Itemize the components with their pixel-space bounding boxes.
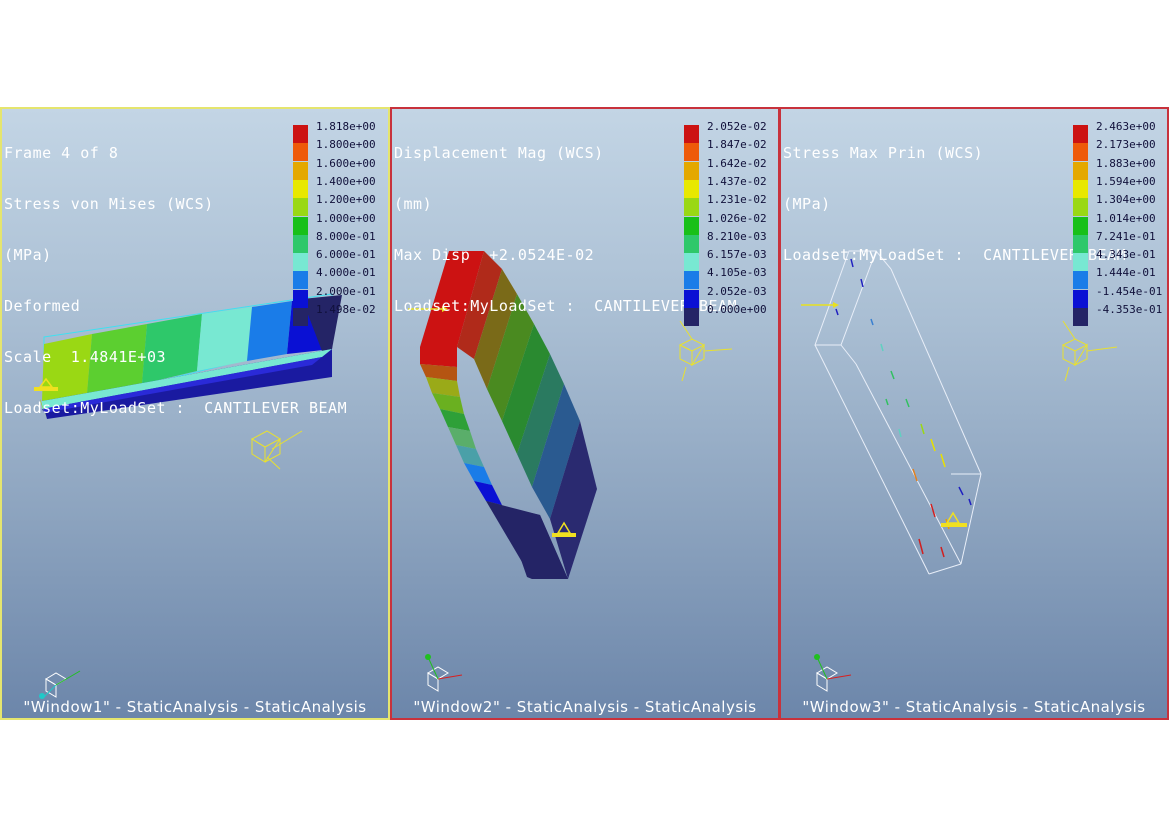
legend-label: 4.343e-01 [1096,248,1156,262]
legend-swatch [684,289,699,308]
legend-label: 1.444e-01 [1096,266,1156,280]
legend-label: 1.304e+00 [1096,193,1156,207]
legend-label: 1.800e+00 [316,138,376,152]
legend-label: 1.026e-02 [707,211,767,225]
legend-label: 1.818e+00 [316,120,376,133]
legend-swatch [293,161,308,180]
legend-swatch [684,308,699,326]
legend-label: 1.642e-02 [707,156,767,170]
legend-swatch [684,143,699,162]
legend-swatch [1073,179,1088,198]
legend-swatch [1073,253,1088,272]
legend-label: 1.594e+00 [1096,174,1156,188]
window-caption: "Window3" - StaticAnalysis - StaticAnaly… [802,698,1146,716]
legend-swatch [1073,143,1088,162]
legend-swatch [1073,161,1088,180]
legend-swatch [293,289,308,308]
legend-label: -4.353e-01 [1096,303,1163,316]
legend-label: 4.105e-03 [707,266,767,280]
window-caption: "Window1" - StaticAnalysis - StaticAnaly… [23,698,367,716]
legend-label: 2.052e-02 [707,120,767,133]
legend-swatch [684,253,699,272]
legend-label: 1.600e+00 [316,156,376,170]
legend-swatch [684,179,699,198]
info-line: Scale 1.4841E+03 [4,348,167,366]
legend-label: 7.241e-01 [1096,229,1156,243]
legend-label: 1.437e-02 [707,174,767,188]
legend-label: 6.157e-03 [707,248,767,262]
legend-label: 0.000e+00 [707,303,767,316]
legend-swatch [1073,308,1088,326]
legend-label: 6.000e-01 [316,248,376,262]
legend-label: 1.498e-02 [316,303,376,316]
legend-swatch [684,216,699,235]
legend-swatch [293,216,308,235]
legend-swatch [684,234,699,253]
legend-label: 1.400e+00 [316,174,376,188]
legend-swatch [1073,289,1088,308]
legend-swatch [293,271,308,290]
legend-swatch [293,143,308,162]
legend-swatch [1073,198,1088,217]
legend-swatch [1073,271,1088,290]
legend-label: -1.454e-01 [1096,284,1163,298]
legend-swatch [684,161,699,180]
legend-swatch [1073,216,1088,235]
legend-label: 1.883e+00 [1096,156,1156,170]
legend-label: 1.200e+00 [316,193,376,207]
legend-swatch [293,308,308,326]
legend-swatch [293,179,308,198]
legend-label: 2.052e-03 [707,284,767,298]
legend-label: 2.463e+00 [1096,120,1156,133]
legend-label: 8.000e-01 [316,229,376,243]
legend-swatch [293,198,308,217]
legend-label: 4.000e-01 [316,266,376,280]
legend-swatch [1073,125,1088,143]
window-caption: "Window2" - StaticAnalysis - StaticAnaly… [413,698,757,716]
result-window-1[interactable]: Frame 4 of 8 Stress von Mises (WCS) (MPa… [0,107,390,720]
legend-label: 2.000e-01 [316,284,376,298]
legend-swatch [1073,234,1088,253]
legend-swatch [293,125,308,143]
legend-swatch [684,198,699,217]
legend-label: 8.210e-03 [707,229,767,243]
legend-swatch [293,234,308,253]
legend-label: 1.000e+00 [316,211,376,225]
legend-label: 2.173e+00 [1096,138,1156,152]
legend-swatch [293,253,308,272]
result-window-2[interactable]: Displacement Mag (WCS) (mm) Max Disp +2.… [390,107,780,720]
info-line: Loadset:MyLoadSet : CANTILEVER BEAM [4,399,348,417]
legend-swatch [684,271,699,290]
legend-label: 1.231e-02 [707,193,767,207]
legend-label: 1.847e-02 [707,138,767,152]
result-window-3[interactable]: Stress Max Prin (WCS) (MPa) Loadset:MyLo… [779,107,1169,720]
legend-swatch [684,125,699,143]
legend-label: 1.014e+00 [1096,211,1156,225]
